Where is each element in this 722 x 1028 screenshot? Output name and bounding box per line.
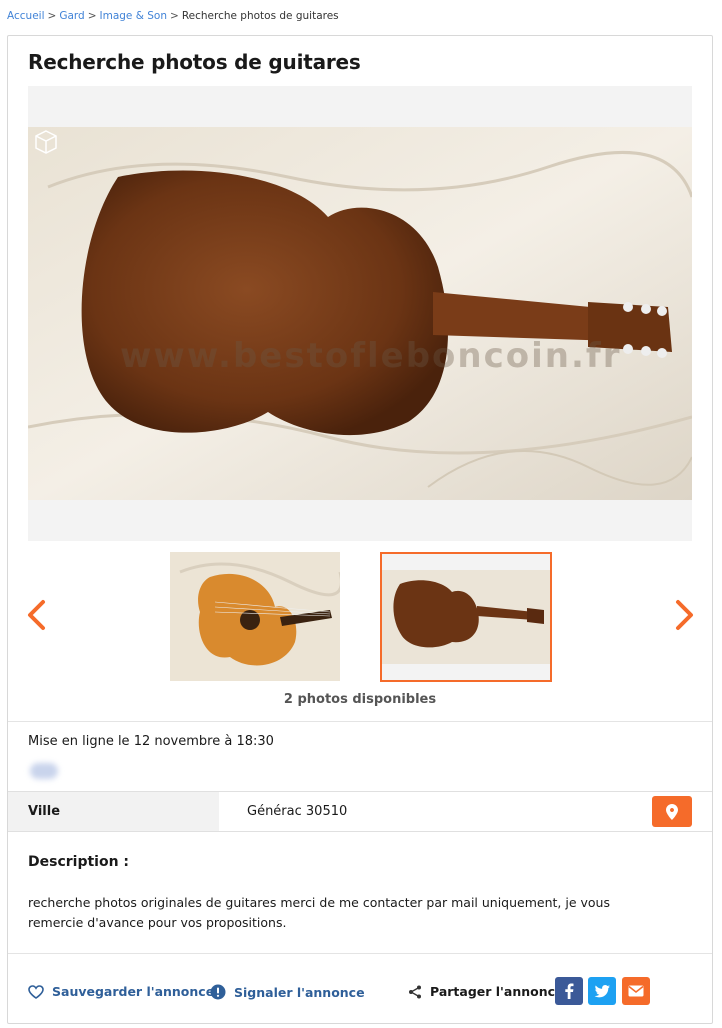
photos-count: 2 photos disponibles	[283, 692, 437, 707]
email-share-button[interactable]	[622, 977, 650, 1005]
share-text: Partager l'annonce	[430, 984, 564, 999]
alert-icon	[210, 984, 226, 1000]
breadcrumb-separator: >	[170, 10, 179, 22]
mail-icon	[628, 985, 644, 997]
twitter-icon	[594, 984, 610, 997]
share-icon	[409, 985, 421, 998]
breadcrumb-separator: >	[47, 10, 57, 22]
description-title: Description :	[28, 854, 130, 870]
breadcrumb-category[interactable]: Image & Son	[100, 10, 168, 22]
divider	[8, 721, 712, 722]
actions-bar: Sauvegarder l'annonce Signaler l'annonce…	[8, 953, 712, 1023]
thumbnail-2[interactable]	[380, 552, 552, 682]
report-ad-button[interactable]: Signaler l'annonce	[210, 984, 365, 1000]
publication-date: Mise en ligne le 12 novembre à 18:30	[28, 734, 274, 749]
save-ad-button[interactable]: Sauvegarder l'annonce	[28, 984, 214, 999]
map-button[interactable]	[652, 796, 692, 827]
ad-card: Recherche photos de guitares www.bestofl…	[7, 35, 713, 1024]
chevron-left-icon[interactable]	[25, 599, 49, 631]
blurred-badge	[30, 763, 58, 779]
description-text: recherche photos originales de guitares …	[28, 895, 610, 930]
city-row: Ville Générac 30510	[8, 791, 712, 832]
location-pin-icon	[666, 803, 678, 820]
city-value: Générac 30510	[247, 804, 348, 819]
save-ad-label: Sauvegarder l'annonce	[52, 984, 215, 999]
heart-icon	[28, 984, 44, 999]
share-label: Partager l'annonce	[408, 984, 564, 999]
watermark-text: www.bestofleboncoin.fr	[120, 336, 621, 376]
facebook-icon	[565, 983, 574, 999]
thumbnail-1-image	[170, 552, 340, 681]
report-ad-label: Signaler l'annonce	[234, 984, 365, 1000]
breadcrumb-home[interactable]: Accueil	[7, 10, 45, 22]
thumbnail-2-image	[382, 554, 550, 680]
main-photo[interactable]: www.bestofleboncoin.fr	[28, 127, 692, 500]
city-label: Ville	[8, 792, 219, 831]
photo-gallery[interactable]: www.bestofleboncoin.fr	[28, 86, 692, 541]
facebook-share-button[interactable]	[555, 977, 583, 1005]
twitter-share-button[interactable]	[588, 977, 616, 1005]
3d-cube-icon	[35, 130, 57, 154]
breadcrumb-current: Recherche photos de guitares	[181, 10, 339, 22]
thumbnail-1[interactable]	[170, 552, 340, 681]
breadcrumb: Accueil > Gard > Image & Son > Recherche photo…	[7, 10, 339, 22]
breadcrumb-separator: >	[87, 10, 97, 22]
page-title: Recherche photos de guitares	[28, 50, 361, 74]
breadcrumb-region[interactable]: Gard	[59, 10, 84, 22]
chevron-right-icon[interactable]	[672, 599, 696, 631]
